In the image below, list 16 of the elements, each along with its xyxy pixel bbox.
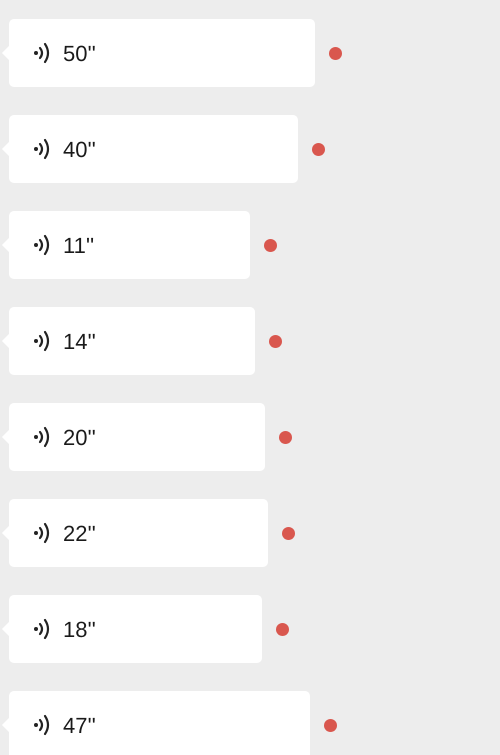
voice-message-bubble[interactable]: 11'' [9,211,250,279]
voice-message-bubble[interactable]: 20'' [9,403,265,471]
voice-message-bubble[interactable]: 22'' [9,499,268,567]
duration-label: 14'' [63,328,96,356]
duration-label: 20'' [63,424,96,452]
duration-label: 11'' [63,232,94,260]
duration-label: 47'' [63,712,96,740]
duration-label: 40'' [63,136,96,164]
duration-label: 50'' [63,40,96,68]
voice-message-bubble[interactable]: 47'' [9,691,310,755]
voice-message-bubble[interactable]: 40'' [9,115,298,183]
duration-label: 18'' [63,616,96,644]
voice-message-bubble[interactable]: 18'' [9,595,262,663]
voice-message-bubble[interactable]: 50'' [9,19,315,87]
duration-label: 22'' [63,520,96,548]
voice-message-bubble[interactable]: 14'' [9,307,255,375]
